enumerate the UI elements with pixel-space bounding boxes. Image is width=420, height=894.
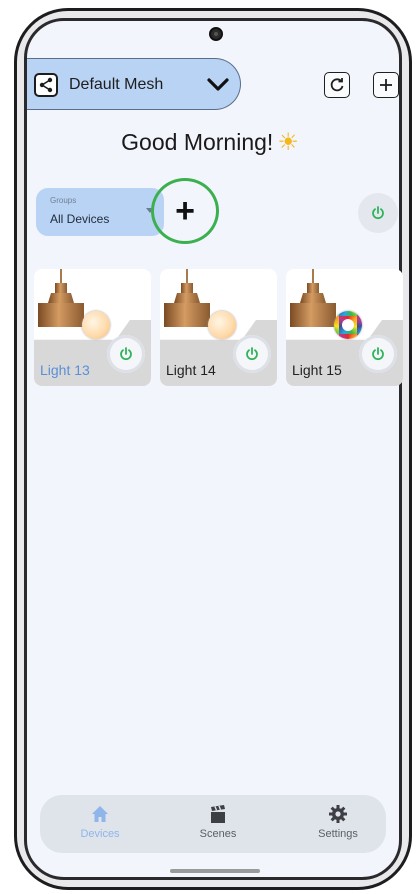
gear-icon	[329, 805, 347, 823]
clapperboard-icon	[211, 805, 225, 823]
nav-label: Scenes	[199, 828, 237, 840]
power-icon	[372, 347, 384, 361]
bottom-navigation: Devices Scenes Settings	[40, 795, 386, 853]
device-power-button[interactable]	[107, 335, 145, 373]
power-icon	[120, 347, 132, 361]
color-wheel-indicator	[334, 311, 362, 339]
share-icon	[39, 77, 53, 93]
refresh-icon	[330, 78, 344, 92]
device-card[interactable]: Light 13	[34, 269, 151, 386]
device-label: Light 13	[40, 362, 90, 378]
nav-label: Settings	[318, 828, 358, 840]
nav-label: Devices	[80, 828, 120, 840]
mesh-name: Default Mesh	[69, 76, 164, 93]
chevron-down-icon[interactable]	[205, 76, 231, 94]
home-indicator	[170, 869, 260, 873]
add-group-button[interactable]: +	[151, 178, 219, 244]
groups-dropdown[interactable]: Groups All Devices	[36, 188, 164, 236]
add-device-button[interactable]	[373, 72, 399, 98]
front-camera	[209, 27, 223, 41]
device-label: Light 15	[292, 362, 342, 378]
color-indicator	[208, 311, 236, 339]
power-icon	[246, 347, 258, 361]
greeting: Good Morning! ☀	[0, 128, 420, 157]
device-power-button[interactable]	[359, 335, 397, 373]
nav-settings[interactable]: Settings	[298, 803, 378, 840]
device-power-button[interactable]	[233, 335, 271, 373]
sun-icon: ☀	[277, 129, 299, 156]
refresh-button[interactable]	[324, 72, 350, 98]
greeting-text: Good Morning!	[121, 129, 274, 155]
home-icon	[92, 806, 108, 822]
device-label: Light 14	[166, 362, 216, 378]
power-icon	[372, 206, 384, 220]
share-button[interactable]	[34, 73, 58, 97]
nav-devices[interactable]: Devices	[60, 803, 140, 840]
plus-icon	[380, 79, 392, 91]
device-card[interactable]: Light 14	[160, 269, 277, 386]
color-indicator	[82, 311, 110, 339]
nav-scenes[interactable]: Scenes	[178, 803, 258, 840]
device-card[interactable]: Light 15	[286, 269, 403, 386]
plus-icon: +	[175, 191, 195, 230]
groups-selected-value: All Devices	[50, 212, 110, 226]
groups-caption: Groups	[50, 196, 77, 205]
all-devices-power-button[interactable]	[358, 193, 398, 233]
color-wheel-center	[342, 319, 354, 331]
